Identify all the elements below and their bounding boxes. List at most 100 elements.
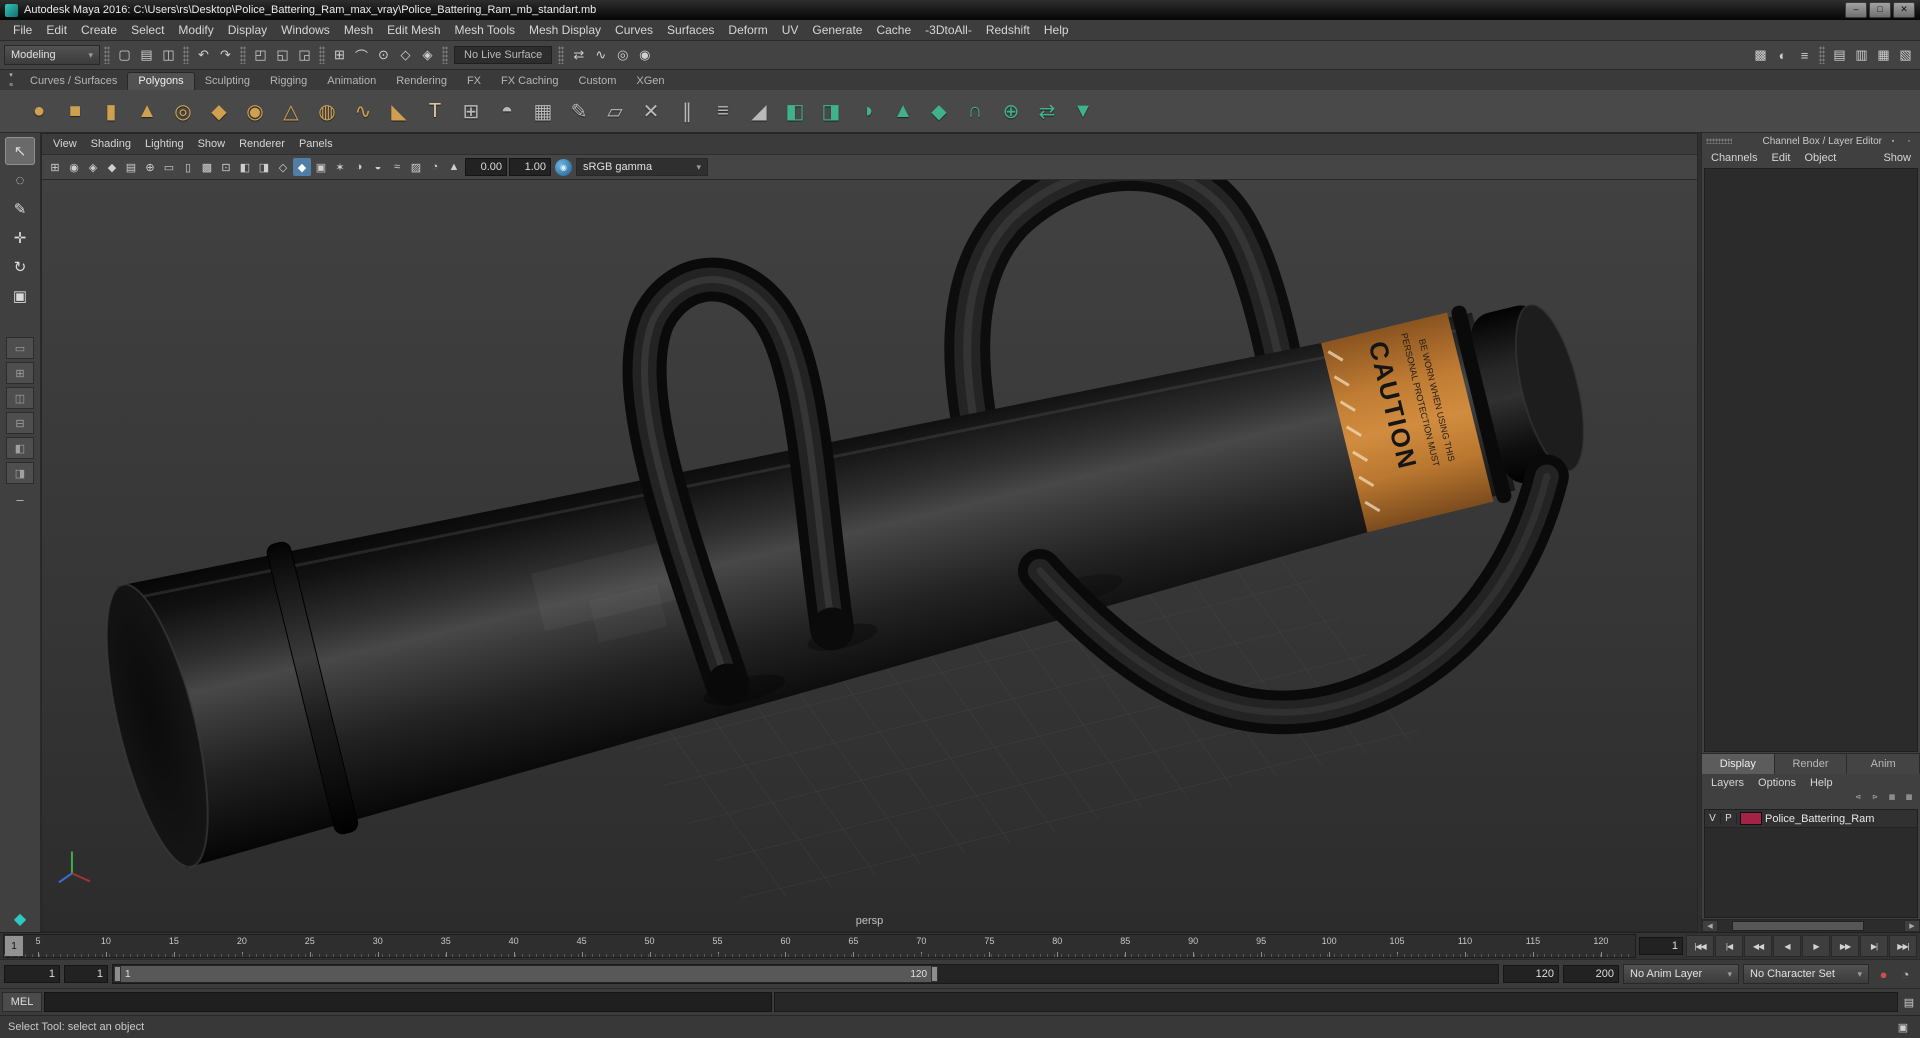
make-live-icon[interactable]: ◈ [417,45,438,66]
render-settings-icon[interactable]: ≡ [1794,45,1815,66]
view-transform-selector[interactable]: sRGB gamma ▾ [576,158,708,176]
select-component-icon[interactable]: ◲ [294,45,315,66]
insert-edge-loop-icon[interactable]: ∥ [670,93,704,129]
viewport-canvas[interactable]: CAUTION PERSONAL PROTECTION MUST BE WORN… [42,180,1697,931]
shelf-tab[interactable]: XGen [626,73,674,90]
step-back-frame-button[interactable]: |◀ [1715,935,1743,957]
layout-persp-graph-button[interactable]: ⊟ [6,412,34,434]
animation-preferences-icon[interactable]: ◔ [1895,964,1916,985]
step-back-key-button[interactable]: ◀◀ [1744,935,1772,957]
layer-editor-tab[interactable]: Anim [1847,754,1920,774]
camera-icon[interactable]: ◉ [65,158,83,176]
lasso-tool[interactable]: ◌ [5,166,35,194]
pencil-curve-icon[interactable]: ✎ [562,93,596,129]
xray-icon[interactable]: ◔ [426,158,444,176]
smooth-icon[interactable]: ◑ [850,93,884,129]
move-layer-down-icon[interactable]: ⊳ [1868,792,1882,802]
play-forwards-button[interactable]: ▶ [1802,935,1830,957]
layer-menu-item[interactable]: Layers [1704,777,1751,789]
go-to-end-button[interactable]: ▶▶| [1889,935,1917,957]
grip[interactable] [183,46,189,64]
poly-cylinder-icon[interactable]: ▮ [94,93,128,129]
step-forward-key-button[interactable]: ▶▶ [1831,935,1859,957]
channel-box-menu-item[interactable]: Object [1797,152,1843,164]
animation-start-field[interactable] [4,965,60,983]
current-frame-marker[interactable]: 1 [5,936,23,956]
crease-tool-icon[interactable]: ◢ [742,93,776,129]
poly-sphere-icon[interactable]: ● [22,93,56,129]
new-scene-icon[interactable]: ▢ [114,45,135,66]
symmetry-icon[interactable]: ⇄ [568,45,589,66]
shelf-tab[interactable]: Rigging [260,73,317,90]
channel-box-menu-item[interactable]: Channels [1704,152,1764,164]
menu-item[interactable]: Deform [721,23,774,37]
shelf-tab-selector-icon[interactable]: ▾ [4,70,18,80]
command-language-toggle[interactable]: MEL [2,992,42,1012]
grip[interactable] [1819,46,1825,64]
layer-visibility-toggle[interactable]: V [1705,813,1721,824]
pin-panel-icon[interactable]: ▫ [1902,136,1916,146]
menu-item[interactable]: Curves [608,23,660,37]
mirror-icon[interactable]: ⇄ [1030,93,1064,129]
menu-item[interactable]: UV [775,23,806,37]
combine-icon[interactable]: ◧ [778,93,812,129]
image-plane-icon[interactable]: ▤ [122,158,140,176]
menu-item[interactable]: Select [124,23,171,37]
menu-item[interactable]: Redshift [979,23,1037,37]
attribute-editor-toggle-icon[interactable]: ▤ [1829,45,1850,66]
poly-prism-icon[interactable]: ◣ [382,93,416,129]
safe-action-icon[interactable]: ◧ [236,158,254,176]
paint-select-tool[interactable]: ✎ [5,195,35,223]
select-hierarchy-icon[interactable]: ◰ [250,45,271,66]
menu-item[interactable]: Surfaces [660,23,721,37]
scrollbar-track[interactable] [1718,920,1904,932]
menu-item[interactable]: Edit Mesh [380,23,447,37]
menu-item[interactable]: Mesh [337,23,380,37]
construction-history-icon[interactable]: ∿ [590,45,611,66]
channel-box-toggle-icon[interactable]: ▦ [1873,45,1894,66]
grip[interactable] [1706,138,1732,144]
poly-disc-icon[interactable]: ◉ [238,93,272,129]
grip[interactable] [240,46,246,64]
viewport-menu-item[interactable]: Renderer [232,138,292,150]
lock-camera-icon[interactable]: ◈ [84,158,102,176]
toolbox-collapse-icon[interactable]: – [16,492,23,507]
range-start-handle[interactable] [114,966,121,982]
menu-item[interactable]: Edit [39,23,74,37]
poly-text-icon[interactable]: T [418,93,452,129]
menu-item[interactable]: Display [221,23,274,37]
help-line-icon[interactable]: ▣ [1894,1018,1912,1036]
menu-item[interactable]: Mesh Tools [448,23,522,37]
playback-start-field[interactable] [64,965,108,983]
select-object-icon[interactable]: ◱ [272,45,293,66]
modeling-toolkit-toggle-icon[interactable]: ▧ [1895,45,1916,66]
animation-end-field[interactable] [1563,965,1619,983]
highlight-selection-icon[interactable]: ◎ [612,45,633,66]
poly-cube-icon[interactable]: ■ [58,93,92,129]
grip[interactable] [104,46,110,64]
minimize-button[interactable]: – [1845,2,1867,18]
multi-cut-icon[interactable]: ✕ [634,93,668,129]
range-track[interactable]: 1 120 [112,964,1499,984]
menu-set-selector[interactable]: Modeling ▾ [4,45,100,65]
scroll-right-icon[interactable]: ▶ [1904,920,1920,932]
play-backwards-button[interactable]: ◀ [1773,935,1801,957]
textured-icon[interactable]: ▣ [312,158,330,176]
viewport-3d-scene[interactable]: CAUTION PERSONAL PROTECTION MUST BE WORN… [42,180,1697,931]
bevel-icon[interactable]: ◆ [922,93,956,129]
redo-icon[interactable]: ↷ [215,45,236,66]
playback-range-bar[interactable]: 1 120 [114,966,939,982]
viewport-menu-item[interactable]: Panels [292,138,340,150]
grip[interactable] [558,46,565,64]
save-scene-icon[interactable]: ◫ [158,45,179,66]
channel-box-menu-item[interactable]: Edit [1764,152,1797,164]
wireframe-icon[interactable]: ◇ [274,158,292,176]
layer-menu-item[interactable]: Options [1751,777,1803,789]
color-management-icon[interactable]: ◉ [555,158,572,176]
grid-toggle-icon[interactable]: ⊞ [46,158,64,176]
scroll-left-icon[interactable]: ◀ [1702,920,1718,932]
auto-keyframe-icon[interactable]: ● [1873,964,1894,985]
go-to-start-button[interactable]: |◀◀ [1686,935,1714,957]
field-chart-icon[interactable]: ⊡ [217,158,235,176]
poly-pyramid-icon[interactable]: △ [274,93,308,129]
